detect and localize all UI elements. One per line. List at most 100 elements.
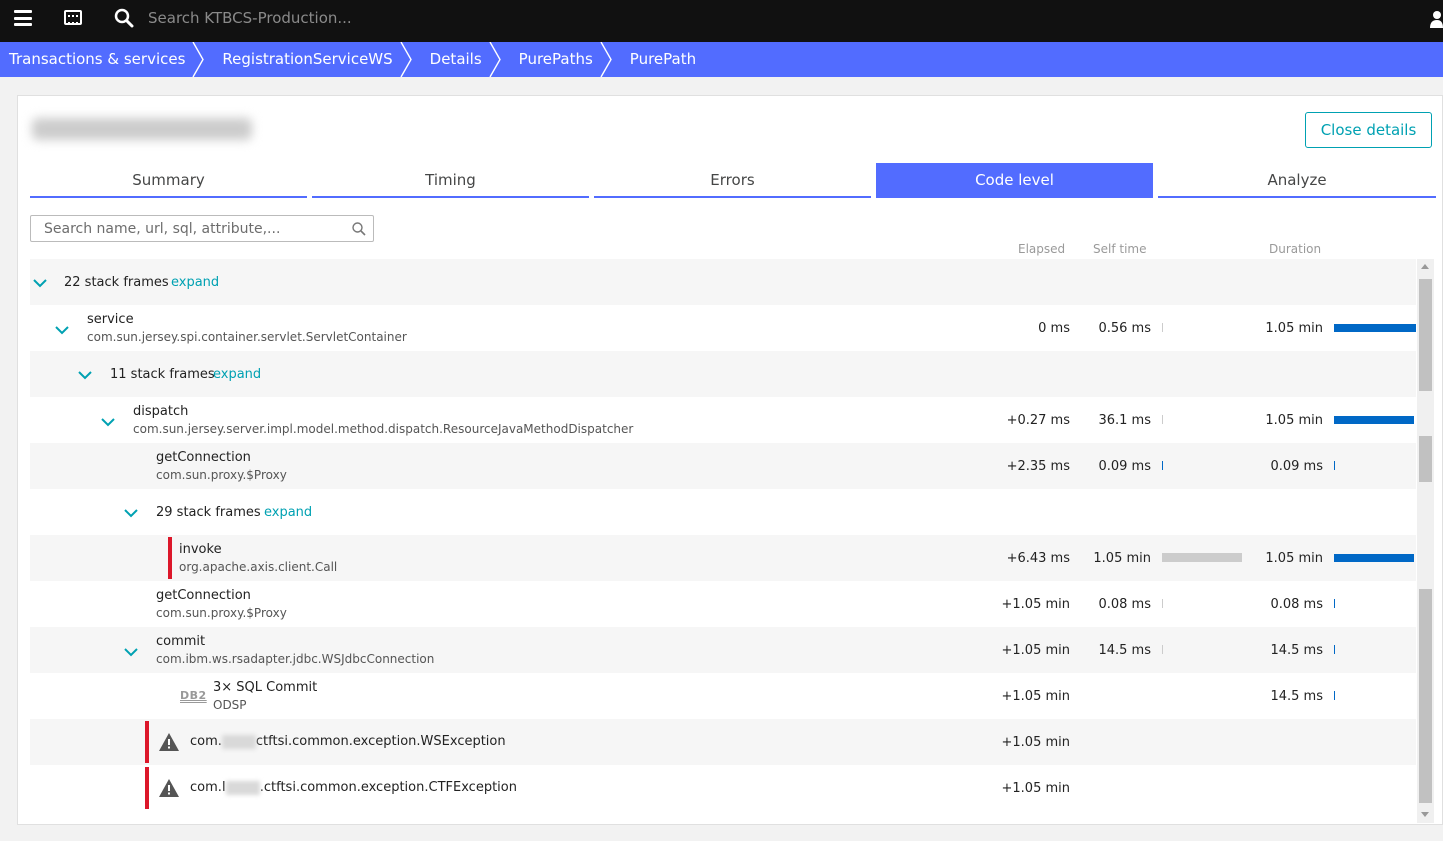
class-name: org.apache.axis.client.Call	[179, 560, 338, 574]
elapsed-value: 0 ms	[1038, 321, 1070, 336]
duration-value: 1.05 min	[1265, 321, 1323, 336]
expand-link[interactable]: expand	[264, 505, 312, 520]
chevron-right-icon	[185, 42, 213, 77]
duration-bar	[1334, 645, 1335, 654]
class-name: com.sun.jersey.spi.container.servlet.Ser…	[87, 330, 407, 344]
chevron-down-icon[interactable]	[33, 279, 47, 288]
user-icon[interactable]	[1430, 10, 1443, 28]
tree-row[interactable]: dispatch com.sun.jersey.server.impl.mode…	[30, 397, 1416, 443]
breadcrumb-service[interactable]: RegistrationServiceWS	[213, 42, 392, 77]
exception-name: com. ctftsi.common.exception.WSException	[190, 734, 506, 749]
chevron-down-icon[interactable]	[124, 509, 138, 518]
error-marker	[168, 537, 172, 579]
duration-value: 1.05 min	[1265, 413, 1323, 428]
scroll-thumb[interactable]	[1419, 279, 1432, 391]
scroll-down-arrow[interactable]	[1421, 812, 1429, 817]
duration-value: 14.5 ms	[1270, 689, 1323, 704]
tree-row[interactable]: commit com.ibm.ws.rsadapter.jdbc.WSJdbcC…	[30, 627, 1416, 673]
code-level-tree: 22 stack frames expand service com.sun.j…	[30, 259, 1416, 809]
method-name: getConnection	[156, 450, 251, 465]
stack-frames-group[interactable]: 29 stack frames expand	[30, 489, 1416, 535]
redacted-text	[221, 734, 256, 749]
elapsed-value: +1.05 min	[1001, 689, 1071, 704]
elapsed-value: +1.05 min	[1001, 643, 1071, 658]
stack-frames-label: 11 stack frames	[110, 367, 215, 382]
scroll-up-arrow[interactable]	[1421, 264, 1429, 269]
breadcrumb-details[interactable]: Details	[421, 42, 482, 77]
tree-row[interactable]: getConnection com.sun.proxy.$Proxy +2.35…	[30, 443, 1416, 489]
stack-frames-group[interactable]: 22 stack frames expand	[30, 259, 1416, 305]
exception-row[interactable]: com. ctftsi.common.exception.WSException …	[30, 719, 1416, 765]
method-name: dispatch	[133, 404, 189, 419]
tab-analyze[interactable]: Analyze	[1158, 163, 1436, 198]
column-self-time: Self time	[1093, 242, 1147, 256]
scroll-thumb[interactable]	[1419, 589, 1432, 803]
chevron-down-icon[interactable]	[124, 648, 138, 657]
tab-summary[interactable]: Summary	[30, 163, 307, 198]
tree-row[interactable]: invoke org.apache.axis.client.Call +6.43…	[30, 535, 1416, 581]
chevron-down-icon[interactable]	[78, 371, 92, 380]
breadcrumb-purepath[interactable]: PurePath	[621, 42, 696, 77]
breadcrumb-purepaths[interactable]: PurePaths	[510, 42, 593, 77]
exception-row[interactable]: com.I .ctftsi.common.exception.CTFExcepti…	[30, 765, 1416, 809]
self-time-bar	[1162, 599, 1163, 608]
search-icon[interactable]	[114, 8, 134, 28]
tab-errors[interactable]: Errors	[594, 163, 871, 198]
scroll-thumb[interactable]	[1419, 436, 1432, 482]
self-time-bar	[1162, 461, 1163, 470]
stack-frames-group[interactable]: 11 stack frames expand	[30, 351, 1416, 397]
self-time-value: 1.05 min	[1093, 551, 1151, 566]
filter-input[interactable]	[31, 216, 341, 241]
expand-link[interactable]: expand	[171, 275, 219, 290]
hamburger-icon[interactable]	[14, 10, 32, 26]
self-time-bar	[1162, 553, 1242, 562]
stack-frames-label: 22 stack frames	[64, 275, 169, 290]
search-icon[interactable]	[351, 221, 367, 237]
breadcrumb: Transactions & services RegistrationServ…	[0, 42, 1443, 77]
duration-value: 14.5 ms	[1270, 643, 1323, 658]
duration-value: 0.09 ms	[1270, 459, 1323, 474]
elapsed-value: +6.43 ms	[1006, 551, 1070, 566]
global-search-input[interactable]	[148, 8, 548, 28]
chevron-down-icon[interactable]	[55, 326, 69, 335]
vertical-scrollbar[interactable]	[1417, 259, 1434, 823]
tab-code-level[interactable]: Code level	[876, 163, 1153, 198]
class-name: com.sun.jersey.server.impl.model.method.…	[133, 422, 634, 436]
breadcrumb-transactions[interactable]: Transactions & services	[0, 42, 185, 77]
column-duration: Duration	[1269, 242, 1322, 256]
method-name: getConnection	[156, 588, 251, 603]
tree-row[interactable]: getConnection com.sun.proxy.$Proxy +1.05…	[30, 581, 1416, 627]
tree-row[interactable]: service com.sun.jersey.spi.container.ser…	[30, 305, 1416, 351]
page-title-redacted	[32, 118, 252, 140]
chevron-down-icon[interactable]	[101, 418, 115, 427]
tab-bar: Summary Timing Errors Code level Analyze	[30, 163, 1436, 198]
top-bar	[0, 0, 1443, 42]
tab-timing[interactable]: Timing	[312, 163, 589, 198]
duration-bar	[1334, 324, 1416, 332]
chevron-right-icon	[593, 42, 621, 77]
self-time-bar	[1162, 323, 1163, 332]
expand-link[interactable]: expand	[213, 367, 261, 382]
self-time-value: 36.1 ms	[1098, 413, 1151, 428]
warning-icon	[159, 779, 179, 797]
chevron-right-icon	[482, 42, 510, 77]
warning-icon	[159, 733, 179, 751]
keyboard-icon[interactable]	[64, 10, 82, 25]
db2-icon: DB2	[180, 689, 207, 702]
filter-box	[30, 215, 374, 242]
duration-bar	[1334, 416, 1414, 424]
duration-bar	[1334, 554, 1414, 562]
method-name: invoke	[179, 542, 222, 557]
class-name: com.sun.proxy.$Proxy	[156, 468, 287, 482]
tree-row[interactable]: DB2 3× SQL Commit ODSP +1.05 min 14.5 ms	[30, 673, 1416, 719]
elapsed-value: +1.05 min	[1001, 597, 1071, 612]
elapsed-value: +0.27 ms	[1006, 413, 1070, 428]
close-details-button[interactable]: Close details	[1305, 112, 1432, 148]
details-card: Close details Summary Timing Errors Code…	[17, 95, 1443, 825]
duration-bar	[1334, 461, 1335, 470]
elapsed-value: +2.35 ms	[1006, 459, 1070, 474]
method-name: service	[87, 312, 134, 327]
duration-bar	[1334, 599, 1335, 608]
self-time-bar	[1162, 415, 1163, 424]
self-time-value: 0.08 ms	[1098, 597, 1151, 612]
